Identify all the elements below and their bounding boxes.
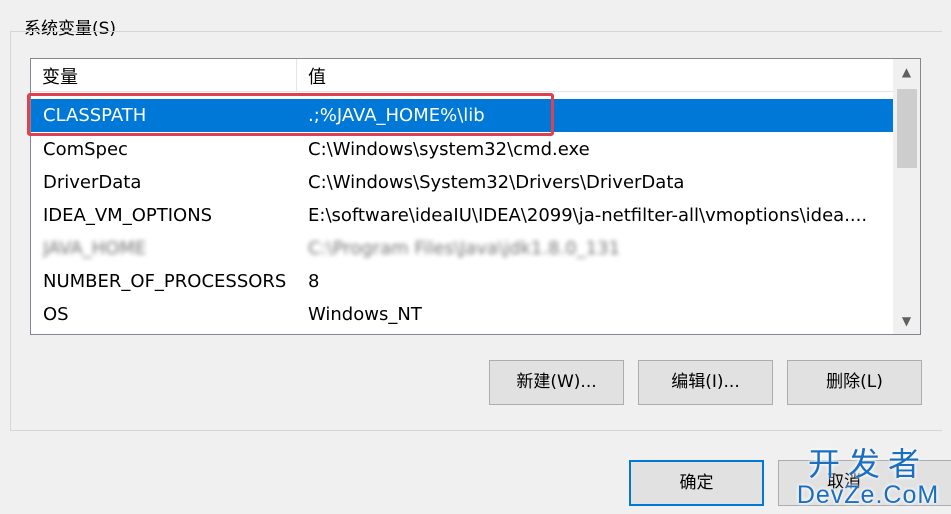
column-header-value[interactable]: 值 — [297, 59, 893, 91]
watermark-site: DevZe.CoM — [796, 481, 940, 509]
watermark-title: 开发者 — [807, 446, 928, 482]
variable-value: C:\Program Files\Java\jdk1.8.0_131 — [308, 238, 621, 259]
ok-button[interactable]: 确定 — [629, 460, 764, 506]
watermark-logo: 开发者 DevZe.CoM — [793, 447, 943, 509]
scroll-down-icon[interactable]: ▼ — [893, 308, 920, 334]
list-row-driverdata[interactable]: DriverData C:\Windows\System32\Drivers\D… — [31, 166, 893, 199]
column-header-variable[interactable]: 变量 — [31, 59, 297, 91]
variable-name: OS — [43, 304, 69, 325]
variable-value: C:\Windows\system32\cmd.exe — [308, 139, 590, 160]
delete-button[interactable]: 删除(L) — [787, 360, 922, 405]
list-row-os[interactable]: OS Windows_NT — [31, 298, 893, 331]
variable-value: 8 — [308, 271, 320, 292]
list-row-java-home-blurred[interactable]: JAVA_HOME C:\Program Files\Java\jdk1.8.0… — [31, 232, 893, 265]
variable-name: JAVA_HOME — [43, 238, 147, 259]
list-row-idea-vm-options[interactable]: IDEA_VM_OPTIONS E:\software\ideaIU\IDEA\… — [31, 199, 893, 232]
scroll-up-icon[interactable]: ▲ — [893, 59, 920, 85]
classpath-highlight-box — [27, 93, 554, 136]
variable-value: C:\Windows\System32\Drivers\DriverData — [308, 172, 685, 193]
vertical-scrollbar[interactable]: ▲ ▼ — [893, 59, 920, 334]
variable-name: DriverData — [43, 172, 142, 193]
variable-name: NUMBER_OF_PROCESSORS — [43, 271, 287, 292]
variable-name: ComSpec — [43, 139, 128, 160]
list-row-comspec[interactable]: ComSpec C:\Windows\system32\cmd.exe — [31, 133, 893, 166]
variable-name: IDEA_VM_OPTIONS — [43, 205, 213, 226]
new-button[interactable]: 新建(W)... — [489, 360, 624, 405]
edit-button[interactable]: 编辑(I)... — [638, 360, 773, 405]
list-header: 变量 值 — [31, 59, 893, 92]
variable-value: E:\software\ideaIU\IDEA\2099\ja-netfilte… — [308, 205, 868, 226]
list-row-number-of-processors[interactable]: NUMBER_OF_PROCESSORS 8 — [31, 265, 893, 298]
variable-value: Windows_NT — [308, 304, 422, 325]
scrollbar-thumb[interactable] — [897, 89, 917, 168]
